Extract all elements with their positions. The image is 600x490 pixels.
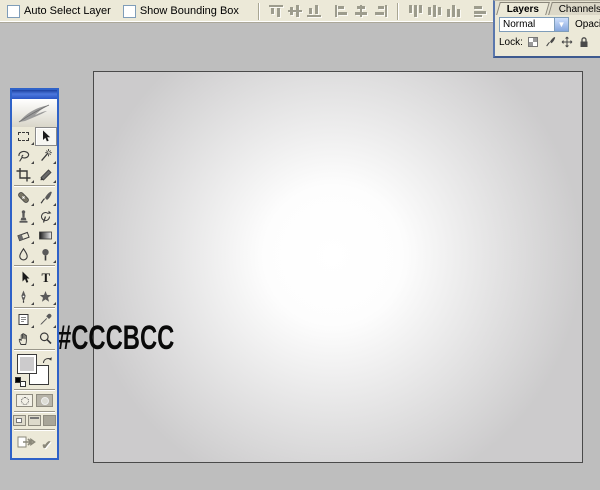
distribute-left-edges-icon[interactable] xyxy=(473,4,490,19)
lock-all-icon[interactable] xyxy=(578,36,591,49)
toolbox-separator xyxy=(14,185,55,186)
toolbox-separator xyxy=(14,349,55,350)
slice-tool[interactable] xyxy=(35,165,57,184)
align-right-edges-icon[interactable] xyxy=(372,4,389,19)
tool-grid: T xyxy=(12,268,57,306)
swap-colors-icon[interactable] xyxy=(41,353,54,371)
dodge-tool[interactable] xyxy=(35,245,57,264)
distribute-bottom-edges-icon[interactable] xyxy=(445,4,462,19)
svg-text:T: T xyxy=(42,270,51,285)
tool-grid xyxy=(12,127,57,184)
tab-channels[interactable]: Channels xyxy=(548,2,600,15)
blend-mode-select[interactable]: Normal ▼ xyxy=(499,17,569,32)
fullscreen-mode-button[interactable] xyxy=(43,415,56,426)
eraser-tool[interactable] xyxy=(13,226,35,245)
checkmark-icon[interactable]: ✔ xyxy=(41,438,51,452)
tab-layers-label: Layers xyxy=(507,4,539,15)
color-swatch-area xyxy=(12,352,57,388)
hex-color-label: #CCCBCC xyxy=(58,319,174,358)
document-canvas[interactable] xyxy=(93,71,583,463)
standard-mode-button[interactable] xyxy=(16,394,33,407)
align-left-edges-icon[interactable] xyxy=(334,4,351,19)
fullscreen-with-menu-button[interactable] xyxy=(28,415,41,426)
toolbox-separator xyxy=(14,307,55,308)
quick-mask-mode-button[interactable] xyxy=(36,394,53,407)
mask-mode-row xyxy=(12,392,57,410)
auto-select-layer-label: Auto Select Layer xyxy=(24,5,111,17)
blend-mode-row: Normal ▼ Opaci xyxy=(495,15,600,33)
path-selection-tool[interactable] xyxy=(13,268,35,287)
distribute-vertical-centers-icon[interactable] xyxy=(426,4,443,19)
toolbox-separator xyxy=(14,429,55,430)
align-vertical-centers-icon[interactable] xyxy=(287,4,304,19)
palette-tabs: Layers Channels Pat xyxy=(495,1,600,15)
rectangular-marquee-tool[interactable] xyxy=(13,127,35,146)
blend-mode-value: Normal xyxy=(500,19,535,30)
gradient-tool[interactable] xyxy=(35,226,57,245)
photoshop-feather-logo xyxy=(12,99,57,127)
brush-tool[interactable] xyxy=(35,188,57,207)
align-bottom-edges-icon[interactable] xyxy=(306,4,323,19)
show-bounding-box-checkbox[interactable] xyxy=(123,5,136,18)
align-top-edges-icon[interactable] xyxy=(268,4,285,19)
tab-channels-label: Channels xyxy=(559,4,600,15)
lock-transparency-icon[interactable] xyxy=(527,36,540,49)
toolbox-separator xyxy=(14,411,55,412)
blur-tool[interactable] xyxy=(13,245,35,264)
tab-layers[interactable]: Layers xyxy=(496,2,550,15)
tool-grid xyxy=(12,310,57,348)
foreground-color-swatch[interactable] xyxy=(17,354,37,374)
history-brush-tool[interactable] xyxy=(35,207,57,226)
auto-select-layer-checkbox[interactable] xyxy=(7,5,20,18)
clone-stamp-tool[interactable] xyxy=(13,207,35,226)
standard-screen-mode-button[interactable] xyxy=(13,415,26,426)
move-tool[interactable] xyxy=(35,127,57,146)
toolbox-palette: T xyxy=(10,88,59,460)
opacity-label: Opaci xyxy=(575,19,600,30)
lock-position-icon[interactable] xyxy=(561,36,574,49)
show-bounding-box-label: Show Bounding Box xyxy=(140,5,239,17)
screen-mode-row xyxy=(12,414,57,428)
jump-to-imageready-icon[interactable] xyxy=(17,435,37,454)
chevron-down-icon[interactable]: ▼ xyxy=(554,18,568,31)
lasso-tool[interactable] xyxy=(13,146,35,165)
crop-tool[interactable] xyxy=(13,165,35,184)
options-separator xyxy=(397,3,399,20)
lock-row: Lock: F xyxy=(495,33,600,51)
tool-grid xyxy=(12,188,57,264)
lock-pixels-icon[interactable] xyxy=(544,36,557,49)
align-horizontal-centers-icon[interactable] xyxy=(353,4,370,19)
zoom-tool[interactable] xyxy=(35,329,57,348)
type-tool[interactable]: T xyxy=(35,268,57,287)
default-colors-icon[interactable] xyxy=(15,377,26,387)
options-separator xyxy=(258,3,260,20)
lock-label: Lock: xyxy=(499,37,523,48)
toolbox-titlebar[interactable] xyxy=(12,90,57,99)
magic-wand-tool[interactable] xyxy=(35,146,57,165)
custom-shape-tool[interactable] xyxy=(35,287,57,306)
hand-tool[interactable] xyxy=(13,329,35,348)
layers-panel: Layers Channels Pat Normal ▼ Opaci Lock:… xyxy=(493,0,600,58)
notes-tool[interactable] xyxy=(13,310,35,329)
pen-tool[interactable] xyxy=(13,287,35,306)
healing-brush-tool[interactable] xyxy=(13,188,35,207)
eyedropper-tool[interactable] xyxy=(35,310,57,329)
toolbox-separator xyxy=(14,265,55,266)
distribute-top-edges-icon[interactable] xyxy=(407,4,424,19)
imageready-row: ✔ xyxy=(12,432,57,458)
toolbox-separator xyxy=(14,389,55,390)
